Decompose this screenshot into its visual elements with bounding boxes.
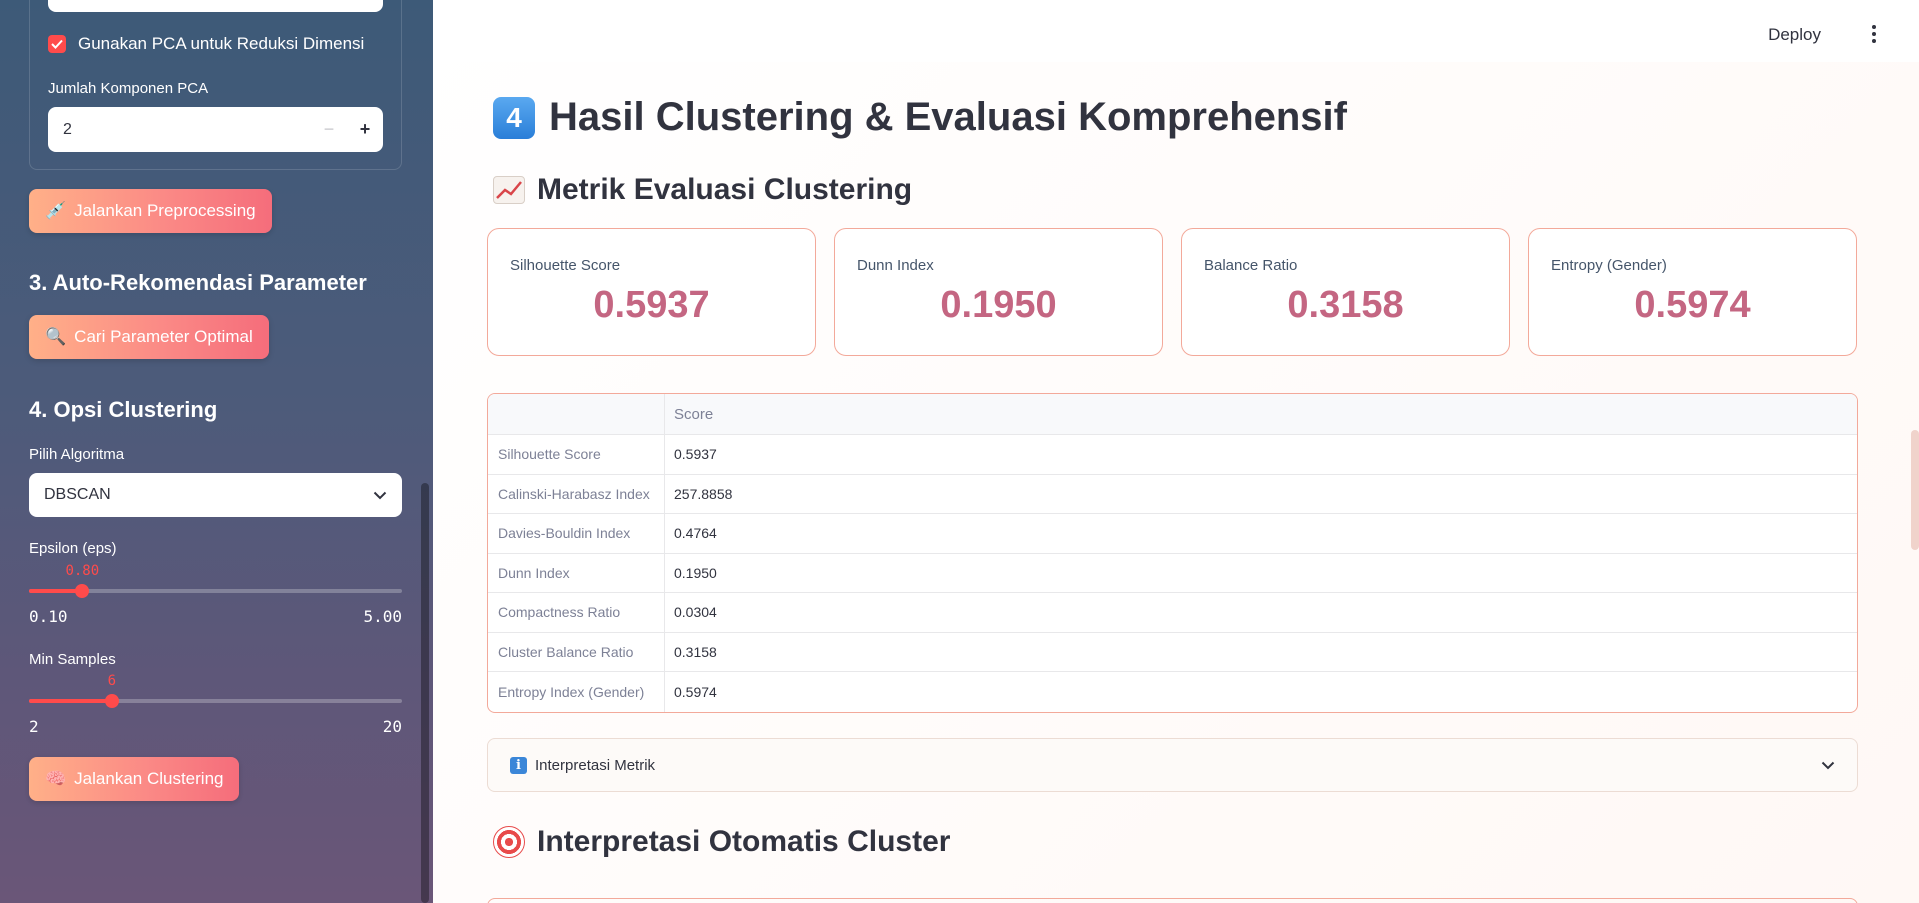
epsilon-slider-fill <box>29 589 83 593</box>
main-scrollbar[interactable] <box>1911 430 1919 550</box>
info-icon: i <box>510 756 527 774</box>
syringe-icon: 💉 <box>45 201 67 220</box>
metrics-heading-text: Metrik Evaluasi Clustering <box>537 173 913 206</box>
section3-title: 3. Auto-Rekomendasi Parameter <box>29 270 367 295</box>
run-preprocessing-button[interactable]: 💉 Jalankan Preprocessing <box>29 189 272 233</box>
sidebar: Gunakan PCA untuk Reduksi Dimensi Jumlah… <box>0 0 433 903</box>
table-cell[interactable]: 0.5974 <box>665 672 1857 712</box>
magnifier-icon: 🔍 <box>45 327 67 346</box>
pca-components-value[interactable]: 2 <box>48 121 311 139</box>
pca-checkbox[interactable] <box>48 35 66 53</box>
table-header-cell[interactable]: Score <box>665 394 1857 434</box>
sidebar-scrollbar[interactable] <box>421 483 429 903</box>
page-title: 4 Hasil Clustering & Evaluasi Komprehens… <box>493 95 1347 140</box>
chevron-down-icon <box>1821 761 1835 769</box>
metric-card: Silhouette Score 0.5937 <box>487 228 816 356</box>
algorithm-label: Pilih Algoritma <box>29 446 125 463</box>
direct-hit-target-icon <box>493 826 525 858</box>
epsilon-slider-thumb[interactable] <box>75 584 90 598</box>
metric-cards: Silhouette Score 0.5937 Dunn Index 0.195… <box>487 228 1857 356</box>
chevron-down-icon <box>373 491 387 499</box>
algorithm-selected-value: DBSCAN <box>44 486 111 503</box>
min-samples-slider[interactable] <box>29 694 402 708</box>
increment-button[interactable]: + <box>347 119 383 140</box>
min-samples-slider-fill <box>29 699 112 703</box>
table-row: Silhouette Score 0.5937 <box>488 435 1857 475</box>
table-cell[interactable]: 0.3158 <box>665 633 1857 672</box>
metric-card-value: 0.5974 <box>1634 284 1751 326</box>
table-row: Calinski-Harabasz Index 257.8858 <box>488 474 1857 514</box>
run-clustering-label: Jalankan Clustering <box>74 769 224 788</box>
epsilon-value: 0.80 <box>65 563 100 579</box>
run-clustering-button[interactable]: 🧠 Jalankan Clustering <box>29 757 240 801</box>
pca-checkbox-row[interactable]: Gunakan PCA untuk Reduksi Dimensi <box>48 34 364 54</box>
metrics-heading: Metrik Evaluasi Clustering <box>493 173 912 207</box>
metric-card-value: 0.3158 <box>1287 284 1404 326</box>
metric-card: Dunn Index 0.1950 <box>834 228 1163 356</box>
keycap-4-icon: 4 <box>493 96 535 139</box>
interpretation-heading: Interpretasi Otomatis Cluster <box>493 825 950 859</box>
epsilon-slider[interactable] <box>29 584 402 598</box>
table-cell[interactable]: 257.8858 <box>665 475 1857 514</box>
page-title-text: Hasil Clustering & Evaluasi Komprehensif <box>549 95 1347 139</box>
table-row: Dunn Index 0.1950 <box>488 553 1857 593</box>
table-row-label: Silhouette Score <box>488 435 665 474</box>
min-samples-min: 2 <box>29 717 39 736</box>
metric-card-label: Balance Ratio <box>1204 257 1298 274</box>
table-cell[interactable]: 0.1950 <box>665 554 1857 593</box>
metric-card-label: Dunn Index <box>857 257 934 274</box>
metrics-table[interactable]: Score Silhouette Score 0.5937 Calinski-H… <box>487 393 1858 713</box>
decrement-button[interactable]: − <box>311 119 347 140</box>
table-header-cell[interactable] <box>488 394 665 434</box>
table-cell[interactable]: 0.5937 <box>665 435 1857 474</box>
metric-card-label: Entropy (Gender) <box>1551 257 1667 274</box>
main-content: Deploy 4 Hasil Clustering & Evaluasi Kom… <box>433 0 1919 903</box>
min-samples-label: Min Samples <box>29 651 116 668</box>
table-row: Compactness Ratio 0.0304 <box>488 593 1857 633</box>
more-menu-icon[interactable] <box>1869 23 1879 45</box>
pca-components-label: Jumlah Komponen PCA <box>48 80 209 97</box>
epsilon-label: Epsilon (eps) <box>29 540 117 557</box>
metric-card: Entropy (Gender) 0.5974 <box>1528 228 1857 356</box>
expander-label: Interpretasi Metrik <box>535 756 656 774</box>
find-optimal-params-button[interactable]: 🔍 Cari Parameter Optimal <box>29 315 269 359</box>
chart-increasing-icon <box>493 176 525 204</box>
metric-card-value: 0.5937 <box>593 284 710 326</box>
table-row: Entropy Index (Gender) 0.5974 <box>488 672 1857 712</box>
interpretation-heading-text: Interpretasi Otomatis Cluster <box>537 825 951 858</box>
table-row-label: Davies-Bouldin Index <box>488 514 665 553</box>
min-samples-slider-thumb[interactable] <box>104 694 119 708</box>
run-preprocessing-label: Jalankan Preprocessing <box>74 201 256 220</box>
find-params-label: Cari Parameter Optimal <box>74 327 253 346</box>
metric-interpretation-expander[interactable]: i Interpretasi Metrik <box>487 738 1858 792</box>
metric-card: Balance Ratio 0.3158 <box>1181 228 1510 356</box>
brain-icon: 🧠 <box>45 769 67 788</box>
table-row-label: Calinski-Harabasz Index <box>488 474 665 513</box>
table-cell[interactable]: 0.0304 <box>665 593 1857 632</box>
table-header-row: Score <box>488 394 1857 435</box>
section4-title: 4. Opsi Clustering <box>29 397 218 422</box>
table-row: Davies-Bouldin Index 0.4764 <box>488 514 1857 554</box>
table-row-label: Dunn Index <box>488 553 665 592</box>
checkmark-icon <box>51 39 63 49</box>
cluster-interpretation-table[interactable] <box>487 898 1858 903</box>
deploy-button[interactable]: Deploy <box>1768 25 1821 45</box>
top-bar: Deploy <box>433 0 1919 62</box>
epsilon-max: 5.00 <box>363 607 402 626</box>
pca-components-stepper[interactable]: 2 − + <box>48 107 383 152</box>
pca-checkbox-label: Gunakan PCA untuk Reduksi Dimensi <box>78 34 365 53</box>
table-row-label: Cluster Balance Ratio <box>488 632 665 671</box>
previous-input-field[interactable] <box>48 0 383 12</box>
min-samples-value: 6 <box>107 673 117 689</box>
algorithm-select[interactable]: DBSCAN <box>29 473 402 517</box>
epsilon-min: 0.10 <box>29 607 68 626</box>
table-cell[interactable]: 0.4764 <box>665 514 1857 553</box>
table-row-label: Entropy Index (Gender) <box>488 672 665 712</box>
metric-card-value: 0.1950 <box>940 284 1057 326</box>
table-row: Cluster Balance Ratio 0.3158 <box>488 632 1857 672</box>
min-samples-max: 20 <box>382 717 402 736</box>
table-row-label: Compactness Ratio <box>488 593 665 632</box>
metric-card-label: Silhouette Score <box>510 257 621 274</box>
